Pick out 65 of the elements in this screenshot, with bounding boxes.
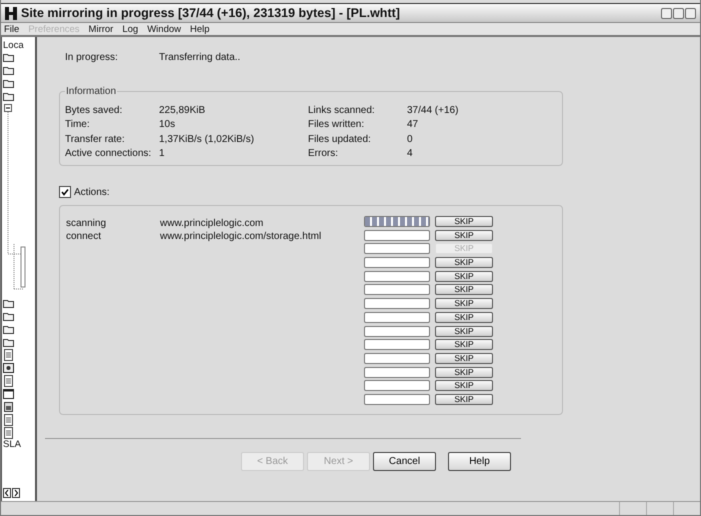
image-icon[interactable] xyxy=(3,401,14,413)
skip-button[interactable]: SKIP xyxy=(435,257,493,268)
menu-item[interactable]: Help xyxy=(190,24,210,34)
skip-button[interactable]: SKIP xyxy=(435,366,493,378)
sidebar-header: Loca xyxy=(2,40,25,51)
field-label: Active connections: xyxy=(65,148,152,160)
folder-icon[interactable] xyxy=(3,297,14,309)
field-value: 4 xyxy=(407,148,413,160)
field-label: Files updated: xyxy=(308,134,372,145)
document-icon[interactable] xyxy=(3,375,14,387)
dialog-button[interactable]: Help xyxy=(448,452,511,471)
document-icon[interactable] xyxy=(3,427,14,439)
menu-item[interactable]: Mirror xyxy=(88,24,114,34)
field-label: Errors: xyxy=(308,148,339,160)
document-icon[interactable] xyxy=(3,349,14,361)
status-label: In progress: xyxy=(65,52,119,62)
window-icon[interactable] xyxy=(3,388,14,400)
menu-item[interactable]: File xyxy=(4,24,20,34)
folder-icon[interactable] xyxy=(3,336,14,348)
skip-button[interactable]: SKIP xyxy=(435,298,493,310)
menu-item[interactable]: Log xyxy=(122,24,138,34)
task-url: www.principlelogic.com xyxy=(160,218,264,229)
folder-icon[interactable] xyxy=(3,323,14,335)
skip-button[interactable]: SKIP xyxy=(435,326,493,336)
scroll-left-icon[interactable] xyxy=(3,488,11,498)
folder-icon[interactable] xyxy=(3,64,14,76)
document-icon[interactable] xyxy=(3,414,14,426)
field-value: 37/44 (+16) xyxy=(407,104,458,116)
skip-button[interactable]: SKIP xyxy=(435,230,493,241)
scroll-right-icon[interactable] xyxy=(12,488,20,498)
skip-button[interactable]: SKIP xyxy=(435,339,493,350)
folder-icon[interactable] xyxy=(3,90,14,102)
task-status: scanning xyxy=(66,218,108,229)
skip-button[interactable]: SKIP xyxy=(435,270,493,282)
skip-button[interactable]: SKIP xyxy=(435,380,493,392)
skip-button[interactable]: SKIP xyxy=(435,312,493,323)
field-value: 10s xyxy=(159,119,176,130)
checkbox-label: Actions: xyxy=(74,186,110,198)
field-value: 0 xyxy=(407,134,413,145)
skip-button[interactable]: SKIP xyxy=(435,284,493,296)
group-label: Information xyxy=(65,86,118,97)
folder-icon[interactable] xyxy=(3,51,14,63)
sidebar-item[interactable]: SLA xyxy=(2,439,35,450)
field-value: 1 xyxy=(159,148,166,160)
actions-checkbox[interactable] xyxy=(59,186,71,198)
field-label: Bytes saved: xyxy=(65,104,124,116)
folder-icon[interactable] xyxy=(3,77,14,89)
field-label: Links scanned: xyxy=(308,104,376,116)
dialog-button[interactable]: Cancel xyxy=(373,452,436,471)
skip-button[interactable]: SKIP xyxy=(435,394,493,405)
field-value: 47 xyxy=(407,119,418,130)
menu-item[interactable]: Window xyxy=(147,24,182,34)
field-label: Files written: xyxy=(308,119,366,130)
skip-button[interactable]: SKIP xyxy=(435,352,493,364)
field-value: 225,89KiB xyxy=(159,104,206,116)
field-label: Time: xyxy=(65,119,91,130)
field-value: 1,37KiB/s (1,02KiB/s) xyxy=(159,134,256,145)
window-title: Site mirroring in progress [37/44 (+16), 231319 bytes] - [PL.whtt] xyxy=(21,6,401,20)
task-url: www.principlelogic.com/storage.html xyxy=(160,231,322,242)
task-status: connect xyxy=(66,231,102,242)
field-label: Transfer rate: xyxy=(65,134,126,145)
app-logo-icon xyxy=(5,6,17,20)
folder-icon[interactable] xyxy=(3,310,14,322)
status-value: Transferring data.. xyxy=(159,52,240,62)
skip-button[interactable]: SKIP xyxy=(435,216,493,227)
